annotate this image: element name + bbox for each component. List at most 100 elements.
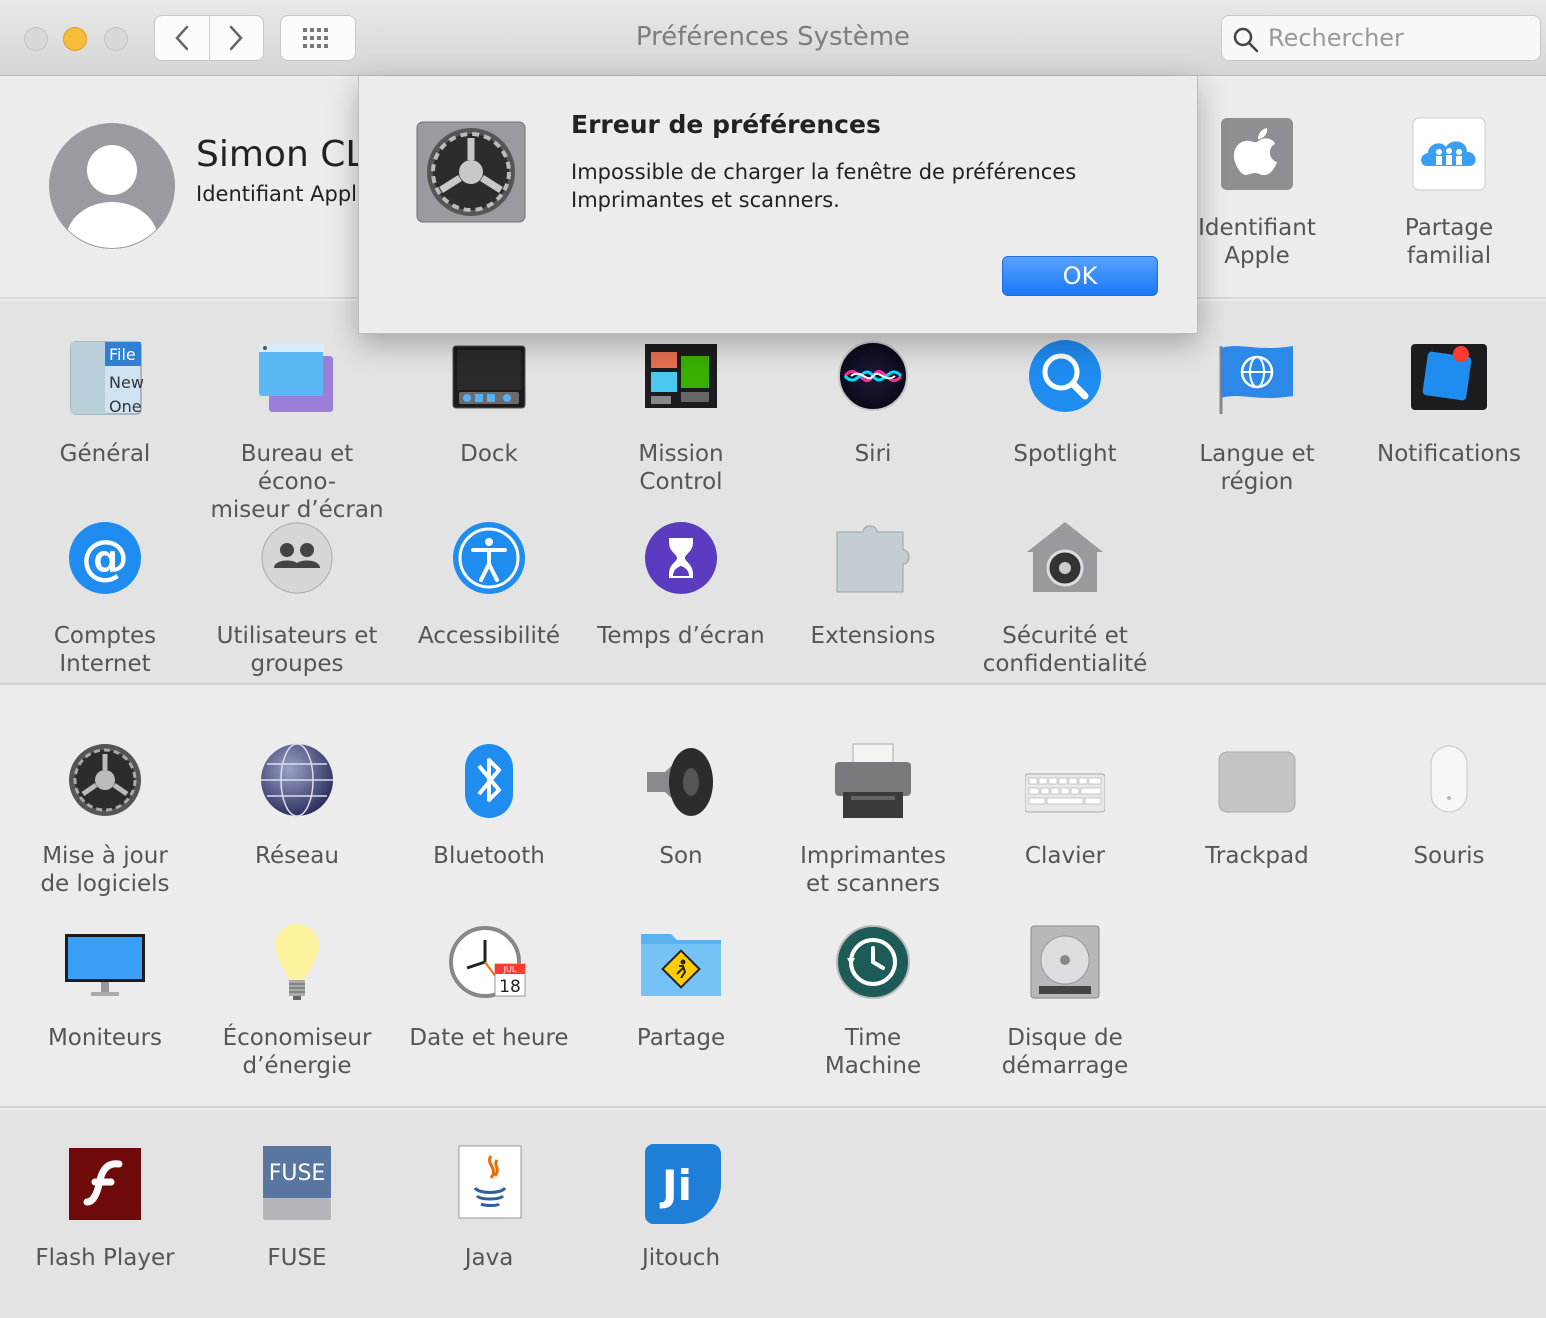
extensions-icon <box>836 525 910 593</box>
pane-keyboard[interactable]: Clavier <box>969 742 1161 870</box>
apple-id-icon <box>1221 118 1293 190</box>
date-time-icon: JUL 18 <box>449 926 526 998</box>
pane-label: Général <box>59 441 151 467</box>
printer-icon <box>835 743 911 818</box>
pane-family-sharing[interactable]: Partage familial <box>1353 114 1545 270</box>
pane-screen-time[interactable]: Temps d’écran <box>585 522 777 650</box>
pane-extensions[interactable]: Extensions <box>777 522 969 650</box>
notifications-icon <box>1411 344 1487 410</box>
pane-sound[interactable]: Son <box>585 742 777 870</box>
user-subtitle: Identifiant Apple <box>196 182 370 206</box>
dock-icon <box>452 345 526 409</box>
pane-energy-saver[interactable]: Économiseur d’énergie <box>201 924 393 1080</box>
pane-flash-player[interactable]: Flash Player <box>9 1144 201 1272</box>
pane-label: Time Machine <box>824 1025 922 1079</box>
pane-java[interactable]: Java <box>393 1144 585 1272</box>
pane-label: Partage <box>636 1025 726 1051</box>
startup-disk-icon <box>1030 925 1100 999</box>
svg-text:@: @ <box>81 530 129 586</box>
pane-label: Comptes Internet <box>53 623 157 677</box>
pane-label: Souris <box>1413 843 1485 869</box>
trackpad-icon <box>1218 751 1296 813</box>
pane-internet-accounts[interactable]: @ Comptes Internet <box>9 522 201 678</box>
general-icon-new: New <box>109 373 144 392</box>
pane-bluetooth[interactable]: Bluetooth <box>393 742 585 870</box>
pane-label: Trackpad <box>1205 843 1309 869</box>
pane-label: Langue et région <box>1199 441 1315 495</box>
pane-siri[interactable]: Siri <box>777 340 969 468</box>
pane-label: Java <box>464 1245 514 1271</box>
pane-label: Économiseur d’énergie <box>222 1025 372 1079</box>
displays-icon <box>65 934 145 996</box>
flash-player-icon <box>69 1148 141 1220</box>
pane-security-privacy[interactable]: Sécurité et confidentialité <box>969 522 1161 678</box>
pane-label: Spotlight <box>1013 441 1117 467</box>
pane-date-time[interactable]: JUL 18 Date et heure <box>393 924 585 1052</box>
spotlight-icon <box>1029 340 1101 412</box>
pane-label: Notifications <box>1377 441 1521 467</box>
ok-button[interactable]: OK <box>1002 256 1158 296</box>
pane-label: Disque de démarrage <box>1001 1025 1129 1079</box>
pane-label: Mise à jour de logiciels <box>40 843 170 897</box>
pane-fuse[interactable]: FUSE FUSE <box>201 1144 393 1272</box>
energy-saver-icon <box>275 924 319 1000</box>
pane-label: Moniteurs <box>47 1025 163 1051</box>
calendar-day: 18 <box>499 977 521 997</box>
pane-label: Utilisateurs et groupes <box>216 623 378 677</box>
pane-displays[interactable]: Moniteurs <box>9 924 201 1052</box>
pane-desktop-screensaver[interactable]: Bureau et écono- miseur d’écran <box>201 340 393 524</box>
pane-label: Dock <box>460 441 518 467</box>
search-icon <box>1233 27 1259 53</box>
dialog-title: Erreur de préférences <box>571 110 881 139</box>
pane-startup-disk[interactable]: Disque de démarrage <box>969 924 1161 1080</box>
bluetooth-icon <box>465 744 513 818</box>
mouse-icon <box>1430 745 1468 813</box>
fuse-badge: FUSE <box>269 1161 326 1186</box>
pane-label: Mission Control <box>638 441 724 495</box>
pane-label: Bluetooth <box>433 843 545 869</box>
security-privacy-icon <box>1027 522 1103 592</box>
pane-label: Clavier <box>1024 843 1106 869</box>
family-sharing-icon <box>1412 117 1486 191</box>
pane-label: Bureau et écono- miseur d’écran <box>210 441 384 523</box>
pane-printers-scanners[interactable]: Imprimantes et scanners <box>777 742 969 898</box>
network-icon <box>261 743 333 817</box>
user-avatar[interactable] <box>48 122 176 250</box>
pane-label: Sécurité et confidentialité <box>982 623 1148 677</box>
search-input[interactable] <box>1268 22 1528 54</box>
pane-label: Flash Player <box>35 1245 175 1271</box>
pane-notifications[interactable]: Notifications <box>1353 340 1545 468</box>
screen-time-icon <box>645 522 717 594</box>
pane-network[interactable]: Réseau <box>201 742 393 870</box>
pane-language-region[interactable]: Langue et région <box>1161 340 1353 496</box>
pane-mouse[interactable]: Souris <box>1353 742 1545 870</box>
jitouch-icon: Ji <box>645 1144 721 1224</box>
pane-software-update[interactable]: Mise à jour de logiciels <box>9 742 201 898</box>
users-groups-icon <box>261 522 333 594</box>
pane-jitouch[interactable]: Ji Jitouch <box>585 1144 777 1272</box>
pane-dock[interactable]: Dock <box>393 340 585 468</box>
system-preferences-gear-icon <box>415 120 527 224</box>
general-icon: File New One <box>70 341 144 416</box>
pane-label: Jitouch <box>641 1245 721 1271</box>
pane-spotlight[interactable]: Spotlight <box>969 340 1161 468</box>
pane-sharing[interactable]: Partage <box>585 924 777 1052</box>
siri-icon <box>838 341 908 411</box>
pane-accessibility[interactable]: Accessibilité <box>393 522 585 650</box>
pane-users-groups[interactable]: Utilisateurs et groupes <box>201 522 393 678</box>
accessibility-icon <box>453 522 525 594</box>
pane-time-machine[interactable]: Time Machine <box>777 924 969 1080</box>
pane-label: Temps d’écran <box>597 623 765 649</box>
pane-general[interactable]: File New One Général <box>9 340 201 468</box>
error-dialog: Erreur de préférences Impossible de char… <box>358 76 1198 334</box>
jitouch-badge: Ji <box>659 1161 692 1210</box>
pane-label: Accessibilité <box>417 623 561 649</box>
time-machine-icon <box>836 925 910 999</box>
title-bar: Préférences Système <box>0 0 1546 76</box>
fuse-icon: FUSE <box>263 1146 331 1220</box>
search-field[interactable] <box>1221 15 1541 61</box>
pane-mission-control[interactable]: Mission Control <box>585 340 777 496</box>
pane-trackpad[interactable]: Trackpad <box>1161 742 1353 870</box>
pane-label: Date et heure <box>409 1025 569 1051</box>
keyboard-icon <box>1025 773 1105 813</box>
